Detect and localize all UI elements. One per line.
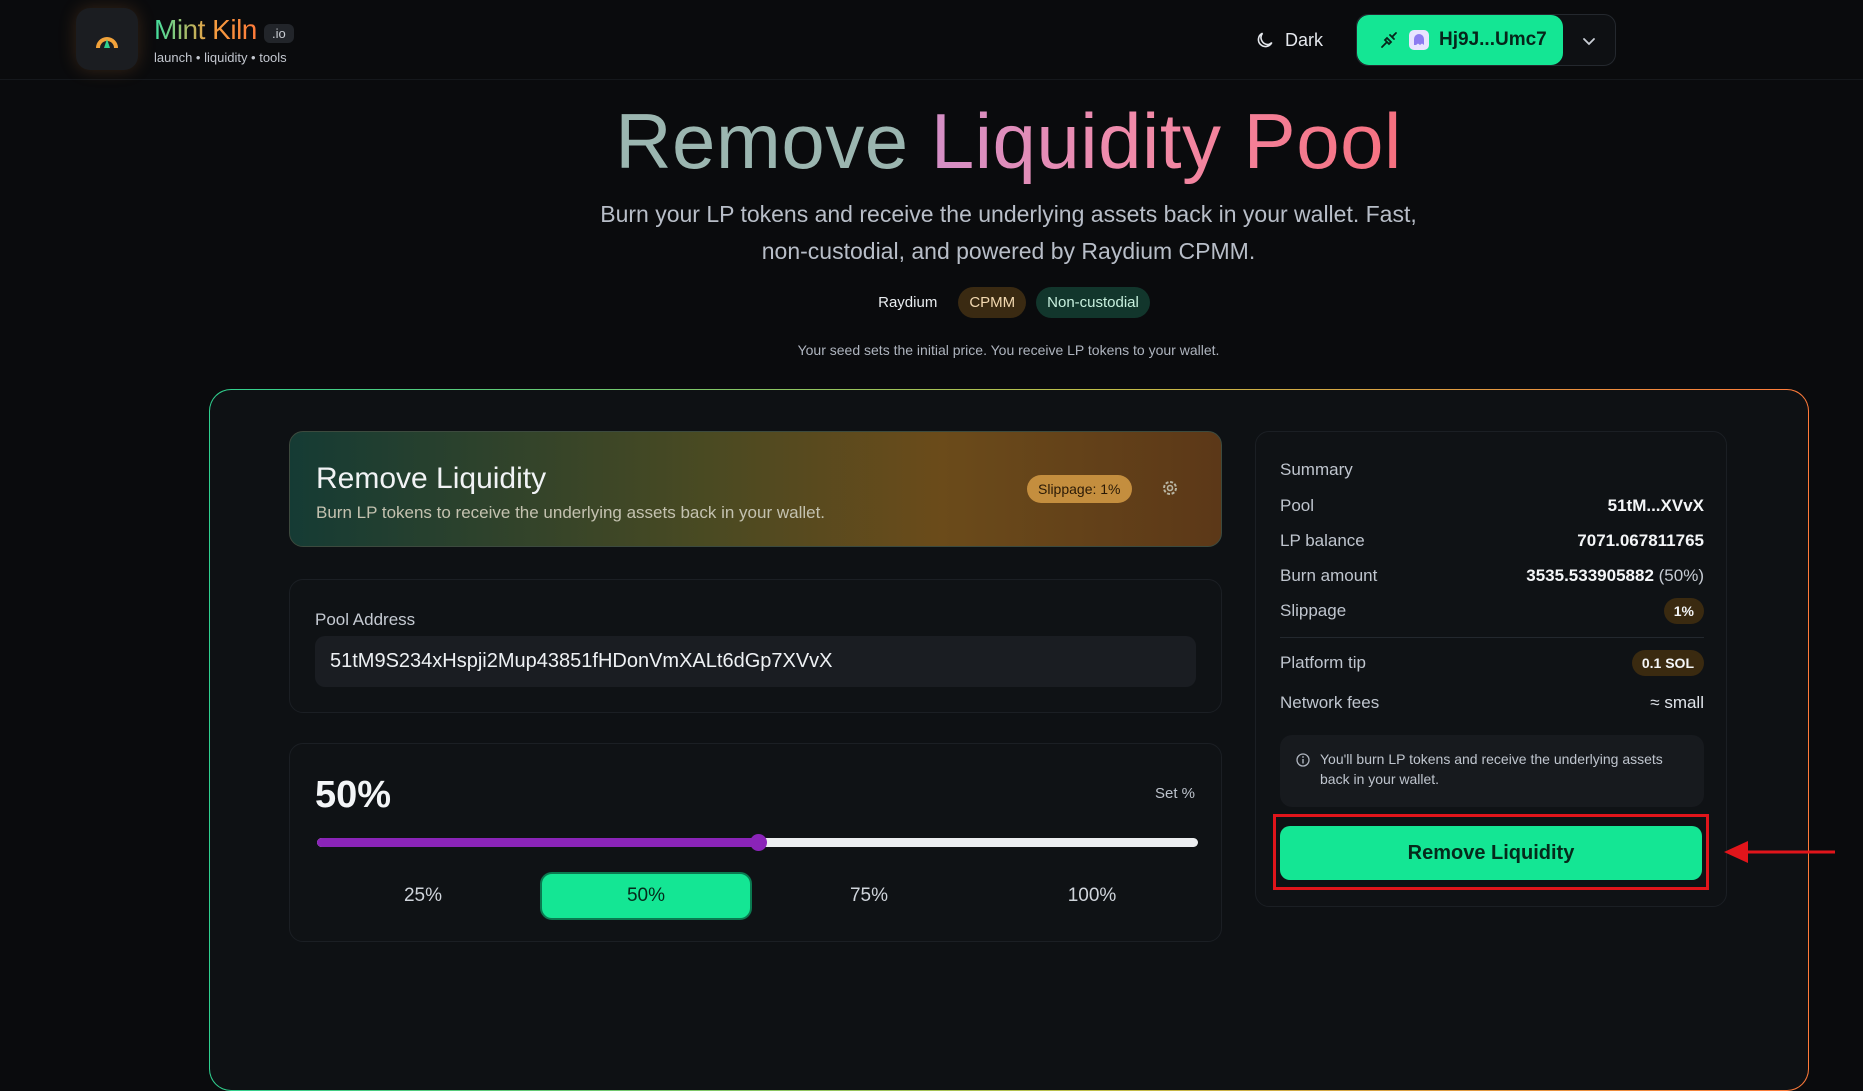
- remove-liquidity-header: Remove Liquidity Burn LP tokens to recei…: [289, 431, 1222, 547]
- summary-row-network-fees: Network fees ≈ small: [1280, 691, 1704, 715]
- preset-50-button[interactable]: 50%: [540, 872, 752, 920]
- plug-connected-icon: [1381, 32, 1397, 48]
- summary-burn-amount: 3535.533905882 (50%): [1526, 566, 1704, 586]
- burn-percent-card: 50% Set % 25% 50% 75% 100%: [289, 743, 1222, 942]
- info-text: You'll burn LP tokens and receive the un…: [1320, 751, 1663, 787]
- preset-25-button[interactable]: 25%: [317, 872, 529, 920]
- gear-icon[interactable]: [1160, 478, 1180, 498]
- brand-name[interactable]: Mint Kiln: [154, 14, 257, 46]
- slider-thumb[interactable]: [749, 834, 767, 851]
- tag-chips: Raydium CPMM Non-custodial: [0, 287, 1863, 318]
- summary-tip-label: Platform tip: [1280, 653, 1366, 672]
- summary-lp-balance-label: LP balance: [1280, 531, 1365, 550]
- wallet-button[interactable]: Hj9J...Umc7: [1357, 15, 1563, 65]
- top-bar: Mint Kiln .io launch • liquidity • tools…: [0, 0, 1863, 80]
- logo[interactable]: [76, 8, 138, 70]
- preset-100-button[interactable]: 100%: [986, 872, 1198, 920]
- percent-slider[interactable]: [317, 834, 1198, 851]
- summary-burn-label: Burn amount: [1280, 566, 1378, 585]
- pool-address-card: Pool Address: [289, 579, 1222, 713]
- wallet-menu-toggle[interactable]: [1577, 29, 1601, 53]
- chip-non-custodial: Non-custodial: [1036, 287, 1150, 318]
- hero-note: Your seed sets the initial price. You re…: [797, 342, 1220, 358]
- summary-divider: [1280, 637, 1704, 638]
- info-icon: [1296, 753, 1310, 767]
- panel-title: Remove Liquidity: [316, 462, 547, 495]
- brand-tld-badge: .io: [264, 24, 294, 43]
- preset-75-button[interactable]: 75%: [763, 872, 975, 920]
- summary-slippage-badge: 1%: [1663, 598, 1704, 624]
- annotation-highlight-box: [1273, 814, 1709, 890]
- summary-slippage-label: Slippage: [1280, 601, 1347, 620]
- page-subtitle: Burn your LP tokens and receive the unde…: [600, 201, 1417, 264]
- summary-heading: Summary: [1280, 460, 1353, 479]
- pool-address-input[interactable]: [315, 636, 1196, 687]
- wallet-avatar: [1409, 30, 1429, 50]
- title-part-2: Liquidity Pool: [930, 97, 1402, 185]
- set-percent-label: Set %: [1154, 785, 1195, 802]
- summary-tip-badge: 0.1 SOL: [1631, 650, 1704, 676]
- slippage-badge[interactable]: Slippage: 1%: [1027, 475, 1132, 503]
- theme-toggle-button[interactable]: Dark: [1255, 26, 1323, 54]
- summary-burn-value: 3535.533905882: [1526, 566, 1654, 585]
- summary-row-burn-amount: Burn amount 3535.533905882 (50%): [1280, 564, 1704, 588]
- summary-row-platform-tip: Platform tip 0.1 SOL: [1280, 650, 1704, 676]
- summary-row-lp-balance: LP balance 7071.067811765: [1280, 529, 1704, 553]
- percent-value: 50%: [315, 774, 392, 816]
- chevron-down-icon: [1583, 38, 1595, 46]
- kiln-logo-icon: [96, 37, 118, 48]
- summary-pool-value: 51tM...XVvX: [1607, 496, 1704, 515]
- brand-tagline: launch • liquidity • tools: [154, 50, 287, 65]
- chip-cpmm: CPMM: [958, 287, 1027, 318]
- pool-address-label: Pool Address: [315, 610, 416, 629]
- page-title: Remove Liquidity Pool: [0, 96, 1863, 187]
- theme-label: Dark: [1285, 29, 1324, 50]
- wallet-group: Hj9J...Umc7: [1356, 14, 1616, 66]
- summary-row-pool: Pool 51tM...XVvX: [1280, 494, 1704, 518]
- summary-pool-label: Pool: [1280, 496, 1315, 515]
- summary-fees-label: Network fees: [1280, 693, 1380, 712]
- summary-lp-balance-value: 7071.067811765: [1577, 531, 1704, 550]
- annotation-arrow-icon: [1724, 841, 1835, 863]
- panel-subtitle: Burn LP tokens to receive the underlying…: [316, 503, 826, 522]
- summary-row-slippage: Slippage 1%: [1280, 598, 1704, 624]
- moon-icon: [1257, 32, 1273, 48]
- info-callout: You'll burn LP tokens and receive the un…: [1280, 735, 1704, 807]
- summary-fees-value: ≈ small: [1650, 693, 1704, 712]
- summary-burn-percent: (50%): [1658, 566, 1704, 585]
- wallet-address: Hj9J...Umc7: [1439, 29, 1547, 50]
- chip-raydium: Raydium: [878, 294, 938, 311]
- ghost-wallet-icon: [1414, 34, 1424, 45]
- title-part-1: Remove: [615, 97, 909, 185]
- percent-presets: 25% 50% 75% 100%: [317, 872, 1198, 920]
- slider-fill: [317, 838, 758, 847]
